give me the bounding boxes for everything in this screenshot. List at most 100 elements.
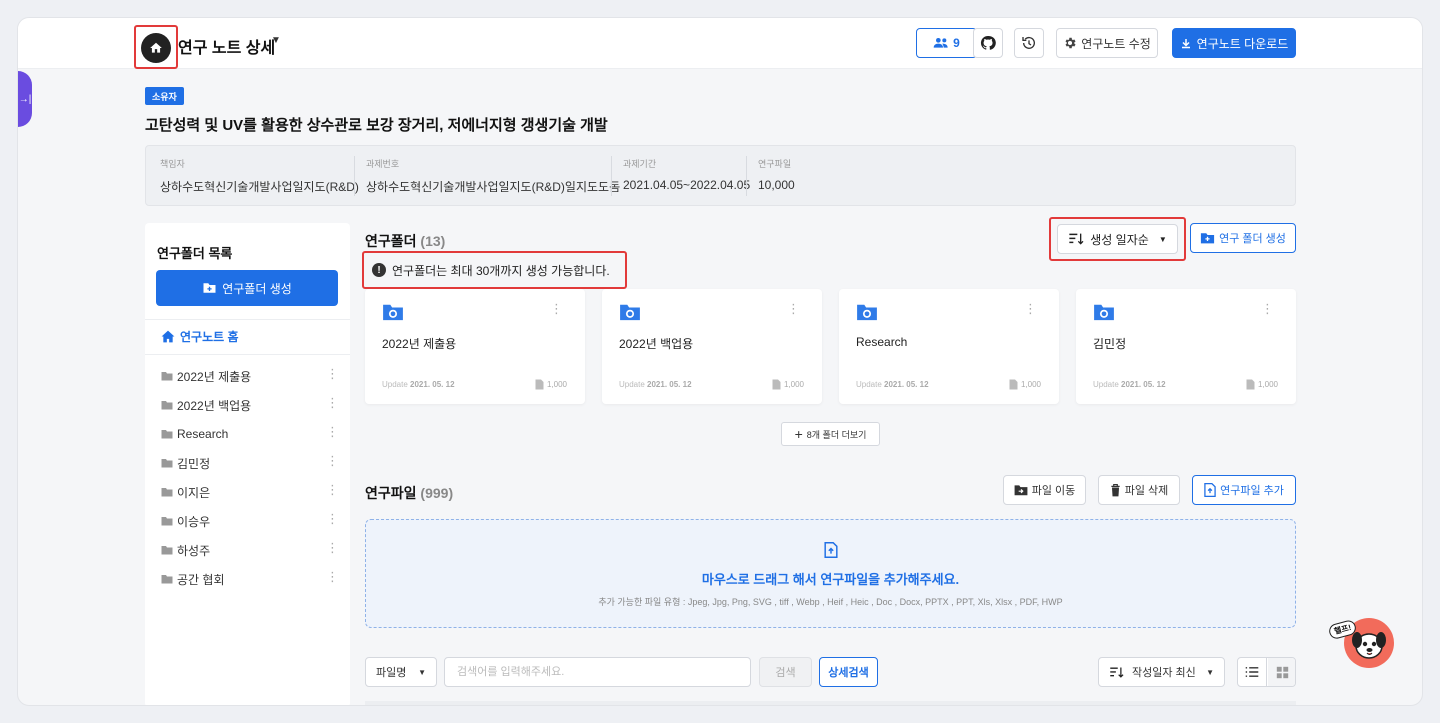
folder-card[interactable]: ⋮ 2022년 백업용 Update 2021. 05. 12 1,000 <box>602 289 822 404</box>
home-icon <box>161 330 175 343</box>
search-field-label: 파일명 <box>376 667 407 679</box>
folder-card-name: 김민정 <box>1093 337 1127 351</box>
more-vert-icon[interactable]: ⋮ <box>787 302 800 315</box>
folder-card[interactable]: ⋮ 김민정 Update 2021. 05. 12 1,000 <box>1076 289 1296 404</box>
more-vert-icon[interactable]: ⋮ <box>326 570 339 584</box>
sort-icon <box>1069 233 1084 245</box>
sidebar-folder-item[interactable]: 하성주 ⋮ <box>161 540 339 560</box>
note-home-link[interactable]: 연구노트 홈 <box>161 328 239 345</box>
info-files: 연구파일 10,000 <box>758 159 795 192</box>
caret-down-icon: ▼ <box>1206 667 1214 677</box>
delete-file-button[interactable]: 파일 삭제 <box>1098 475 1180 505</box>
grid-view-button[interactable] <box>1268 658 1295 686</box>
create-research-folder-button[interactable]: 연구 폴더 생성 <box>1190 223 1296 253</box>
history-icon <box>1022 36 1035 49</box>
info-divider <box>611 156 612 196</box>
gear-icon <box>1065 37 1076 49</box>
more-vert-icon[interactable]: ⋮ <box>326 483 339 497</box>
advanced-search-button[interactable]: 상세검색 <box>819 657 878 687</box>
file-icon <box>535 379 544 390</box>
file-icon <box>1009 379 1018 390</box>
files-section-title: 연구파일 (999) <box>365 485 454 501</box>
file-drop-zone[interactable]: 마우스로 드래그 해서 연구파일을 추가해주세요. 추가 가능한 파일 유형 :… <box>365 519 1296 628</box>
search-button[interactable]: 검색 <box>759 657 812 687</box>
caret-down-icon: ▼ <box>1158 234 1167 244</box>
project-info-panel: 책임자 상하수도혁신기술개발사업일지도(R&D) 과제번호 상하수도혁신기술개발… <box>145 145 1296 206</box>
members-button[interactable]: 9 <box>916 28 977 58</box>
folder-card[interactable]: ⋮ 2022년 제출용 Update 2021. 05. 12 1,000 <box>365 289 585 404</box>
folder-icon <box>161 517 173 526</box>
folder-icon <box>161 430 173 439</box>
github-folder-icon <box>383 304 403 321</box>
download-note-label: 연구노트 다운로드 <box>1196 36 1289 51</box>
edit-note-button[interactable]: 연구노트 수정 <box>1056 28 1158 58</box>
list-view-button[interactable] <box>1238 658 1267 686</box>
folder-card[interactable]: ⋮ Research Update 2021. 05. 12 1,000 <box>839 289 1059 404</box>
more-vert-icon[interactable]: ⋮ <box>1024 302 1037 315</box>
search-field-select[interactable]: 파일명 ▼ <box>365 657 437 687</box>
sidebar-folder-item[interactable]: Research ⋮ <box>161 424 339 444</box>
github-folder-icon <box>620 304 640 321</box>
owner-badge: 소유자 <box>145 87 184 105</box>
download-icon <box>1181 38 1190 48</box>
grid-view-icon <box>1276 666 1289 678</box>
folder-list-heading: 연구폴더 목록 <box>157 246 233 261</box>
move-file-button[interactable]: 파일 이동 <box>1003 475 1086 505</box>
github-folder-icon <box>1094 304 1114 321</box>
github-icon <box>980 35 996 50</box>
folder-card-updated: Update 2021. 05. 12 <box>856 380 929 389</box>
sort-icon <box>1110 666 1124 678</box>
sidebar-folder-item[interactable]: 이승우 ⋮ <box>161 511 339 531</box>
more-vert-icon[interactable]: ⋮ <box>1261 302 1274 315</box>
sidebar-folder-item[interactable]: 이지은 ⋮ <box>161 482 339 502</box>
folder-icon <box>161 401 173 410</box>
folder-icon <box>161 459 173 468</box>
file-sort-select[interactable]: 작성일자 최신 ▼ <box>1098 657 1225 687</box>
home-button[interactable] <box>141 33 171 63</box>
sidebar-folder-item[interactable]: 2022년 제출용 ⋮ <box>161 366 339 386</box>
file-upload-icon <box>824 542 838 558</box>
file-search-input[interactable] <box>444 657 751 687</box>
more-vert-icon[interactable]: ⋮ <box>326 541 339 555</box>
file-sort-label: 작성일자 최신 <box>1132 667 1196 679</box>
divider <box>145 354 350 355</box>
move-file-label: 파일 이동 <box>1031 485 1076 497</box>
add-research-file-button[interactable]: 연구파일 추가 <box>1192 475 1296 505</box>
drop-zone-message: 마우스로 드래그 해서 연구파일을 추가해주세요. <box>701 572 960 587</box>
sidebar-folder-item[interactable]: 공간 협회 ⋮ <box>161 569 339 589</box>
file-icon <box>772 379 781 390</box>
alert-icon: ! <box>372 263 386 277</box>
sidebar-toggle-tab[interactable]: →| <box>18 71 32 127</box>
create-research-folder-label: 연구 폴더 생성 <box>1219 233 1286 245</box>
sidebar-folder-item[interactable]: 2022년 백업용 ⋮ <box>161 395 339 415</box>
more-vert-icon[interactable]: ⋮ <box>326 454 339 468</box>
sidebar-folder-item[interactable]: 김민정 ⋮ <box>161 453 339 473</box>
more-vert-icon[interactable]: ⋮ <box>550 302 563 315</box>
history-button[interactable] <box>1014 28 1044 58</box>
folder-card-updated: Update 2021. 05. 12 <box>619 380 692 389</box>
show-more-folders-label: 8개 폴더 더보기 <box>806 429 867 440</box>
download-note-button[interactable]: 연구노트 다운로드 <box>1172 28 1296 58</box>
create-folder-button[interactable]: 연구폴더 생성 <box>156 270 338 306</box>
folder-card-size: 1,000 <box>1246 379 1278 390</box>
title-dropdown-icon[interactable]: ▼ <box>271 35 281 46</box>
more-vert-icon[interactable]: ⋮ <box>326 425 339 439</box>
home-highlight <box>134 25 178 69</box>
more-vert-icon[interactable]: ⋮ <box>326 367 339 381</box>
show-more-folders-button[interactable]: + 8개 폴더 더보기 <box>781 422 880 446</box>
more-vert-icon[interactable]: ⋮ <box>326 396 339 410</box>
more-vert-icon[interactable]: ⋮ <box>326 512 339 526</box>
info-divider <box>746 156 747 196</box>
folders-section-title: 연구폴더 (13) <box>365 233 446 249</box>
top-bar: 연구 노트 상세 ▼ 9 연구노트 수정 연구노트 다운로드 <box>18 18 1422 69</box>
caret-down-icon: ▼ <box>418 667 426 677</box>
github-button[interactable] <box>973 28 1003 58</box>
file-icon <box>1246 379 1255 390</box>
folder-sort-highlight: 생성 일자순 ▼ <box>1049 217 1186 261</box>
file-list-header <box>365 701 1296 705</box>
add-research-file-label: 연구파일 추가 <box>1220 485 1284 497</box>
folder-icon <box>161 488 173 497</box>
view-mode-toggle <box>1237 657 1296 687</box>
folder-sort-select[interactable]: 생성 일자순 ▼ <box>1057 224 1178 254</box>
folder-card-updated: Update 2021. 05. 12 <box>382 380 455 389</box>
